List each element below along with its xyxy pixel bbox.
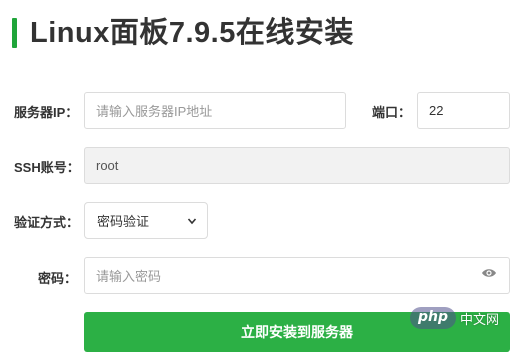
auth-method-label: 验证方式： bbox=[14, 215, 80, 230]
ssh-account-input[interactable]: root bbox=[84, 147, 510, 184]
watermark-text: 中文网 bbox=[460, 311, 500, 327]
watermark-logo: php bbox=[410, 307, 457, 329]
port-label: 端口： bbox=[372, 105, 412, 120]
port-value: 22 bbox=[429, 103, 444, 118]
ssh-account-value: root bbox=[96, 158, 119, 173]
eye-icon[interactable] bbox=[481, 267, 497, 279]
auth-method-select[interactable]: 密码验证 bbox=[84, 202, 208, 239]
server-ip-label: 服务器IP： bbox=[14, 105, 79, 120]
server-ip-placeholder: 请输入服务器IP地址 bbox=[96, 104, 213, 119]
page-title: Linux面板7.9.5在线安装 bbox=[30, 17, 354, 49]
watermark: php 中文网 bbox=[410, 306, 528, 330]
password-placeholder: 请输入密码 bbox=[96, 269, 162, 284]
auth-method-selected: 密码验证 bbox=[97, 214, 150, 229]
port-input[interactable]: 22 bbox=[417, 92, 510, 129]
chevron-down-icon bbox=[187, 217, 197, 224]
password-label: 密码： bbox=[38, 271, 78, 286]
server-ip-input[interactable]: 请输入服务器IP地址 bbox=[84, 92, 346, 129]
password-input[interactable]: 请输入密码 bbox=[84, 257, 510, 294]
title-accent-bar bbox=[12, 18, 17, 48]
ssh-account-label: SSH账号： bbox=[14, 160, 80, 175]
